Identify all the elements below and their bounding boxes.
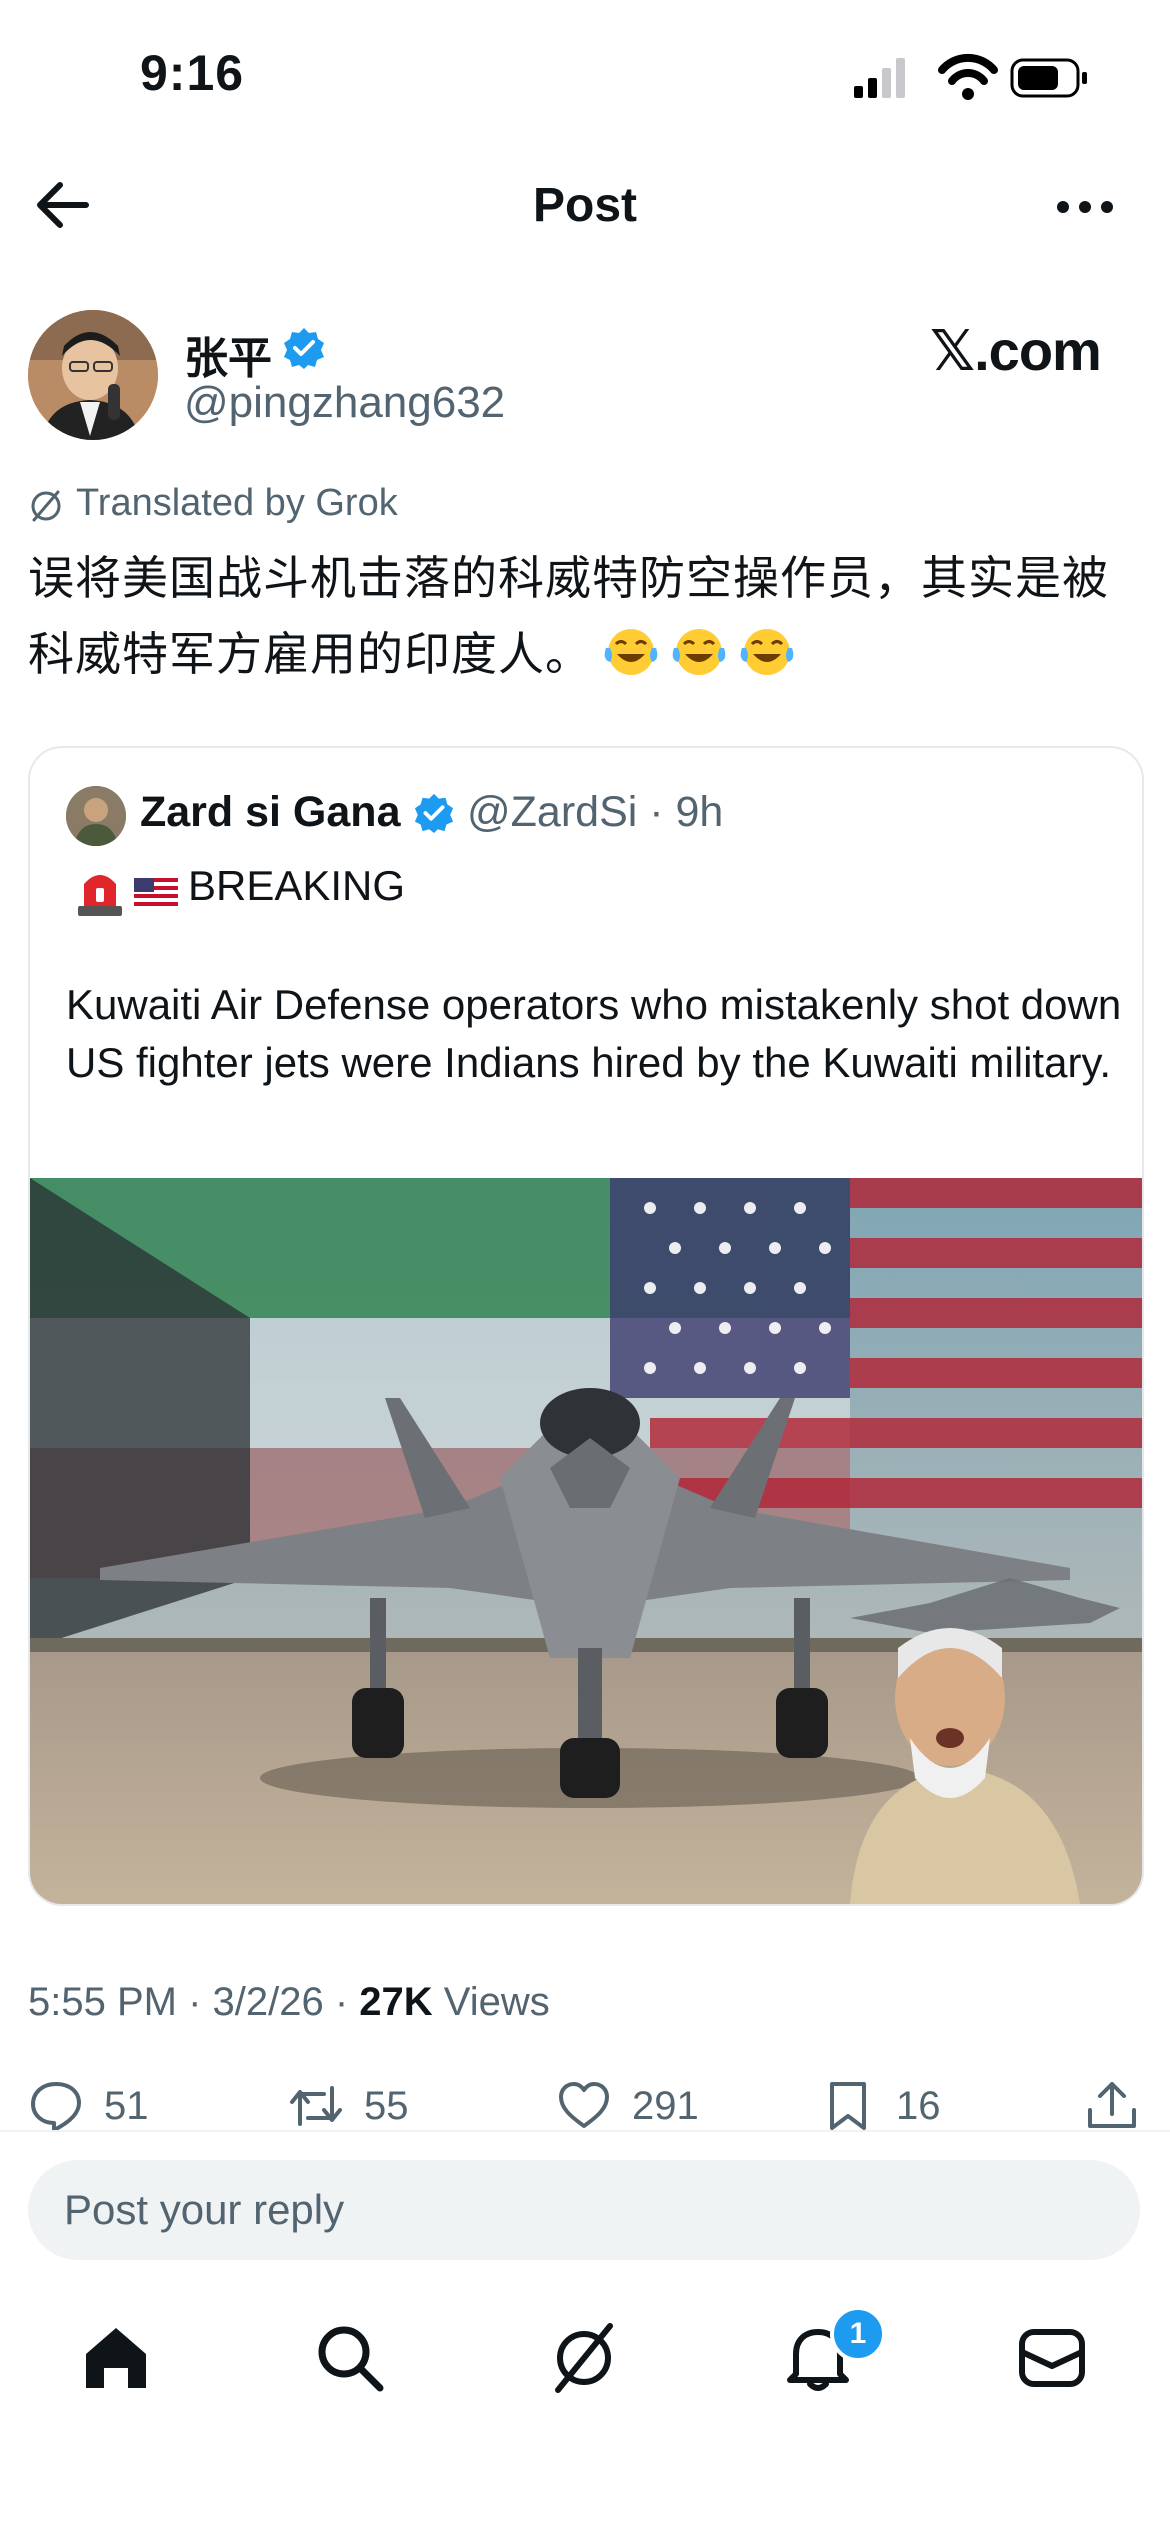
share-icon bbox=[1088, 2082, 1136, 2128]
home-icon[interactable] bbox=[76, 2318, 156, 2398]
status-icons bbox=[854, 53, 1087, 100]
quoted-handle-time[interactable]: @ZardSi · 9h bbox=[467, 788, 723, 837]
grok-icon bbox=[31, 490, 61, 522]
quoted-author-name[interactable]: Zard si Gana bbox=[140, 788, 400, 837]
battery-icon bbox=[1010, 58, 1087, 98]
divider bbox=[0, 2130, 1170, 2132]
grok-nav-icon[interactable] bbox=[544, 2318, 624, 2398]
views-count: 27K bbox=[359, 1980, 433, 2024]
us-flag-icon bbox=[134, 878, 178, 906]
post-timestamp[interactable]: 5:55 PM · 3/2/26 · bbox=[28, 1980, 359, 2024]
siren-icon bbox=[78, 875, 122, 916]
tears-of-joy-emoji-icon bbox=[604, 629, 658, 675]
messages-icon[interactable] bbox=[1012, 2318, 1092, 2398]
bookmark-icon bbox=[830, 2082, 866, 2130]
signal-icon bbox=[854, 58, 905, 98]
repost-count: 55 bbox=[364, 2083, 409, 2128]
status-time: 9:16 bbox=[140, 45, 245, 101]
quoted-post-text: Kuwaiti Air Defense operators who mistak… bbox=[66, 981, 1122, 1086]
heart-icon bbox=[559, 2082, 609, 2128]
author-name[interactable]: 张平 bbox=[184, 322, 272, 386]
bookmark-button[interactable]: 16 bbox=[820, 2076, 941, 2136]
reply-count: 51 bbox=[104, 2083, 149, 2128]
translated-by-grok-label[interactable]: Translated by Grok bbox=[76, 482, 398, 525]
verified-badge-icon bbox=[284, 328, 324, 369]
wifi-icon bbox=[938, 53, 998, 100]
tweet-text-body: 误将美国战斗机击落的科威特防空操作员，其实是被科威特军方雇用的印度人。 bbox=[28, 551, 1109, 681]
repost-button[interactable]: 55 bbox=[288, 2076, 409, 2136]
tears-of-joy-emoji-icon bbox=[740, 629, 794, 675]
repost-icon bbox=[290, 2086, 342, 2126]
fighter-jet-image[interactable] bbox=[30, 1178, 1142, 1904]
share-button[interactable] bbox=[1084, 2076, 1140, 2136]
reply-input[interactable]: Post your reply bbox=[28, 2160, 1140, 2260]
page-title: Post bbox=[532, 179, 637, 232]
tweet-text: 误将美国战斗机击落的科威特防空操作员，其实是被科威特军方雇用的印度人。 bbox=[28, 540, 1138, 692]
reply-button[interactable]: 51 bbox=[28, 2076, 149, 2136]
breaking-label: BREAKING bbox=[188, 862, 406, 909]
quoted-author-avatar[interactable] bbox=[66, 786, 126, 846]
like-button[interactable]: 291 bbox=[556, 2076, 699, 2136]
like-count: 291 bbox=[632, 2083, 699, 2128]
siren-and-us-flag-icons bbox=[78, 875, 178, 916]
notification-badge: 1 bbox=[830, 2306, 886, 2362]
quoted-post-card[interactable]: Zard si Gana @ZardSi · 9h BREAKING Kuwai… bbox=[28, 746, 1144, 1906]
verified-badge-icon bbox=[414, 793, 454, 834]
author-handle[interactable]: @pingzhang632 bbox=[184, 378, 505, 428]
more-options-icon[interactable] bbox=[1050, 172, 1120, 242]
x-com-watermark: 𝕏.com bbox=[930, 319, 1102, 382]
bookmark-count: 16 bbox=[896, 2083, 941, 2128]
tears-of-joy-emoji-icon bbox=[672, 629, 726, 675]
author-avatar[interactable] bbox=[28, 310, 158, 440]
reply-placeholder: Post your reply bbox=[64, 2186, 345, 2233]
search-icon[interactable] bbox=[310, 2318, 390, 2398]
reply-icon bbox=[31, 2082, 81, 2132]
views-label: Views bbox=[432, 1980, 550, 2024]
post-meta: 5:55 PM · 3/2/26 · 27K Views bbox=[28, 1980, 550, 2025]
